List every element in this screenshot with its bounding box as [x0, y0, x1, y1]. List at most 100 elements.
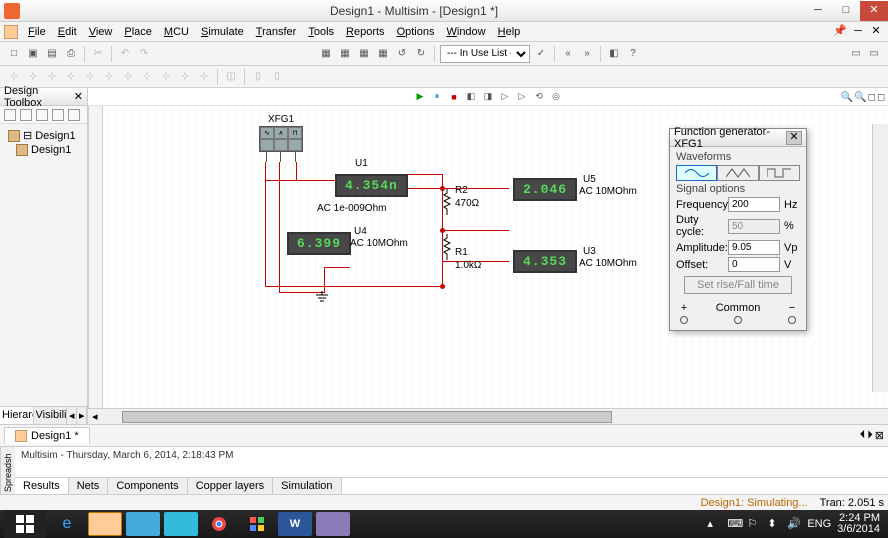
p11[interactable]: ⊹ — [196, 69, 212, 85]
spreadsheet-tab[interactable]: Spreadsh — [0, 447, 15, 494]
menu-transfer[interactable]: Transfer — [250, 24, 303, 40]
menu-help[interactable]: Help — [492, 24, 527, 40]
tray-up-icon[interactable]: ▴ — [707, 517, 721, 531]
chk-button[interactable]: ✓ — [533, 46, 549, 62]
sb-tool5[interactable] — [68, 109, 80, 121]
meter-u3[interactable]: 4.353 — [513, 250, 577, 273]
a2-button[interactable]: » — [579, 46, 595, 62]
sidebar-tab-right[interactable]: ▸ — [77, 407, 87, 424]
sim-step5[interactable]: ⟲ — [532, 90, 546, 104]
sidebar-tab-hierarchy[interactable]: Hierarchy — [0, 407, 34, 424]
maximize-button[interactable]: □ — [832, 1, 860, 21]
p13[interactable]: ▯ — [250, 69, 266, 85]
tree-child[interactable]: Design1 — [4, 143, 83, 157]
app3[interactable] — [126, 512, 160, 536]
sim-step4[interactable]: ▷ — [515, 90, 529, 104]
waveform-square-button[interactable] — [759, 165, 800, 181]
bottom-tab-copper-layers[interactable]: Copper layers — [188, 478, 273, 494]
rise-fall-button[interactable]: Set rise/Fall time — [684, 276, 792, 294]
start-button[interactable] — [4, 510, 46, 538]
sb-tool3[interactable] — [36, 109, 48, 121]
inst1-button[interactable]: ▭ — [848, 46, 864, 62]
mdi-close-button[interactable]: ✕ — [868, 25, 884, 39]
db-button[interactable]: ◧ — [606, 46, 622, 62]
a1-button[interactable]: « — [560, 46, 576, 62]
zoom-sel-button[interactable]: ◻ — [877, 90, 885, 104]
function-generator-component[interactable]: ∿∧⊓ — [259, 126, 303, 162]
term-minus[interactable] — [788, 316, 796, 324]
undo-button[interactable]: ↶ — [117, 46, 133, 62]
multisim-app[interactable] — [316, 512, 350, 536]
waveform-triangle-button[interactable] — [717, 165, 758, 181]
p4[interactable]: ⊹ — [63, 69, 79, 85]
explorer-app[interactable] — [88, 512, 122, 536]
rot-l-button[interactable]: ↺ — [394, 46, 410, 62]
tray-date[interactable]: 3/6/2014 — [837, 524, 880, 535]
app4[interactable] — [164, 512, 198, 536]
grid2-button[interactable]: ▦ — [337, 46, 353, 62]
chrome-app[interactable] — [202, 512, 236, 536]
bottom-tab-results[interactable]: Results — [15, 478, 69, 494]
sim-pause-button[interactable]: ⏸ — [430, 90, 444, 104]
p8[interactable]: ⊹ — [139, 69, 155, 85]
menu-mcu[interactable]: MCU — [158, 24, 195, 40]
sidebar-close-icon[interactable]: ✕ — [74, 90, 83, 103]
p12[interactable]: ◫ — [223, 69, 239, 85]
menu-window[interactable]: Window — [440, 24, 491, 40]
term-plus[interactable] — [680, 316, 688, 324]
open-button[interactable]: ▣ — [25, 46, 41, 62]
rot-r-button[interactable]: ↻ — [413, 46, 429, 62]
sim-step3[interactable]: ▷ — [498, 90, 512, 104]
frequency-input[interactable] — [728, 197, 780, 212]
p1[interactable]: ⊹ — [6, 69, 22, 85]
menu-simulate[interactable]: Simulate — [195, 24, 250, 40]
menu-file[interactable]: File — [22, 24, 52, 40]
grid1-button[interactable]: ▦ — [318, 46, 334, 62]
new-button[interactable]: □ — [6, 46, 22, 62]
inuse-select[interactable]: --- In Use List --- — [440, 45, 530, 63]
sidebar-tab-left[interactable]: ◂ — [67, 407, 77, 424]
hscrollbar[interactable]: ◂ — [88, 408, 888, 424]
sim-step1[interactable]: ◧ — [464, 90, 478, 104]
zoom-out-button[interactable]: 🔍 — [854, 90, 866, 104]
doctab-right[interactable]: ⏵ — [867, 429, 873, 442]
ie-app[interactable]: e — [50, 512, 84, 536]
p10[interactable]: ⊹ — [177, 69, 193, 85]
redo-button[interactable]: ↷ — [136, 46, 152, 62]
resistor-r1[interactable] — [443, 234, 451, 260]
sb-tool4[interactable] — [52, 109, 64, 121]
tray-lang[interactable]: ENG — [807, 518, 831, 530]
tray-vol-icon[interactable]: 🔊 — [787, 517, 801, 531]
p3[interactable]: ⊹ — [44, 69, 60, 85]
sim-step6[interactable]: ◎ — [549, 90, 563, 104]
print-button[interactable]: ⎙ — [63, 46, 79, 62]
sim-step2[interactable]: ◨ — [481, 90, 495, 104]
sb-tool1[interactable] — [4, 109, 16, 121]
tray-keyboard-icon[interactable]: ⌨ — [727, 517, 741, 531]
inst2-button[interactable]: ▭ — [866, 46, 882, 62]
menu-edit[interactable]: Edit — [52, 24, 83, 40]
doctab-close[interactable]: ⊠ — [875, 429, 884, 442]
offset-input[interactable] — [728, 257, 780, 272]
meter-u1[interactable]: 4.354n — [335, 174, 408, 197]
p6[interactable]: ⊹ — [101, 69, 117, 85]
term-common[interactable] — [734, 316, 742, 324]
minimize-button[interactable]: ─ — [804, 1, 832, 21]
help-button[interactable]: ? — [625, 46, 641, 62]
tray-net-icon[interactable]: ⬍ — [767, 517, 781, 531]
meter-u4[interactable]: 6.399 — [287, 232, 351, 255]
menu-options[interactable]: Options — [391, 24, 441, 40]
save-button[interactable]: ▤ — [44, 46, 60, 62]
zoom-in-button[interactable]: 🔍 — [841, 90, 853, 104]
cut-button[interactable]: ✂ — [90, 46, 106, 62]
mdi-min-button[interactable]: ─ — [850, 25, 866, 39]
word-app[interactable]: W — [278, 512, 312, 536]
bottom-tab-simulation[interactable]: Simulation — [273, 478, 341, 494]
meter-u5[interactable]: 2.046 — [513, 178, 577, 201]
menu-view[interactable]: View — [83, 24, 119, 40]
schematic-canvas[interactable]: XFG1 ∿∧⊓ — [88, 106, 888, 408]
grid4-button[interactable]: ▦ — [375, 46, 391, 62]
zoom-fit-button[interactable]: ◻ — [868, 90, 876, 104]
p5[interactable]: ⊹ — [82, 69, 98, 85]
doctab-left[interactable]: ⏴ — [860, 429, 866, 442]
